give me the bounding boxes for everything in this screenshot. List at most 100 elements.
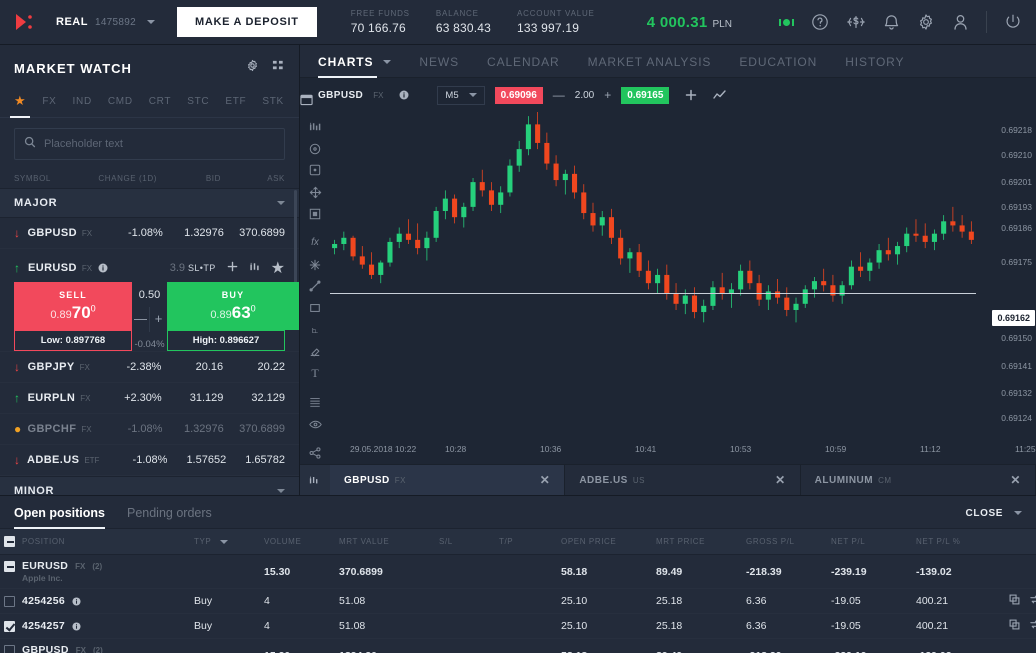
th-typ[interactable]: TYP [190, 529, 260, 555]
move-icon[interactable] [300, 181, 330, 203]
volume-value[interactable]: 0.50 [139, 282, 160, 307]
fx-icon[interactable]: fx [300, 232, 330, 254]
group-major[interactable]: MAJOR [0, 188, 299, 218]
modify-icon[interactable] [1029, 594, 1036, 608]
info-icon[interactable] [72, 597, 81, 606]
target-icon[interactable] [300, 160, 330, 182]
th-net-pl-pct[interactable]: NET P/L % [912, 529, 996, 555]
th-mrt-price[interactable]: MRT PRICE [652, 529, 742, 555]
search-input[interactable] [44, 138, 275, 150]
duplicate-icon[interactable] [1009, 594, 1020, 608]
grid-layout-icon[interactable] [272, 59, 285, 77]
close-positions-button[interactable]: CLOSE [966, 508, 1022, 527]
gear-icon[interactable] [246, 59, 259, 77]
tab-education[interactable]: EDUCATION [739, 55, 817, 77]
fib-icon[interactable] [300, 392, 330, 414]
th-net-pl[interactable]: NET P/L [827, 529, 912, 555]
close-icon[interactable]: ✕ [775, 473, 786, 487]
tab-news[interactable]: NEWS [419, 55, 459, 77]
frame-icon[interactable] [300, 203, 330, 225]
chart-tab-adbe-us[interactable]: ADBE.US US ✕ [565, 465, 800, 495]
share-icon[interactable] [300, 442, 330, 464]
mw-tab-etf[interactable]: ETF [225, 90, 246, 115]
row-checkbox[interactable] [4, 561, 15, 572]
table-row[interactable]: EURUSDFX(2)Apple Inc.15.30370.689958.188… [0, 555, 1036, 589]
indicators-icon[interactable] [300, 116, 330, 138]
chart-tab-gbpusd[interactable]: GBPUSD FX ✕ [330, 465, 565, 495]
select-all-checkbox[interactable] [4, 536, 15, 547]
symbol-row-eurpln[interactable]: ↑ EURPLN FX +2.30% 31.129 32.129 [0, 383, 299, 414]
add-icon[interactable] [227, 259, 238, 277]
info-icon[interactable] [399, 90, 409, 100]
row-checkbox[interactable] [4, 621, 15, 632]
account-selector[interactable]: REAL 1475892 [46, 16, 165, 28]
mw-tab-crt[interactable]: CRT [149, 90, 171, 115]
timeframe-selector[interactable]: M5 [437, 86, 484, 105]
volume-decrease-button[interactable]: — [132, 307, 150, 332]
chart-volume-increase[interactable]: + [604, 88, 611, 102]
th-tp[interactable]: T/P [495, 529, 557, 555]
crosshair-circle-icon[interactable] [300, 138, 330, 160]
tab-pending-orders[interactable]: Pending orders [127, 506, 212, 528]
table-row[interactable]: 4254256Buy451.0825.1025.186.36-19.05400.… [0, 589, 1036, 614]
th-gross-pl[interactable]: GROSS P/L [742, 529, 827, 555]
app-logo[interactable] [0, 11, 46, 33]
chart-volume-decrease[interactable]: — [553, 88, 565, 102]
th-sl[interactable]: S/L [435, 529, 495, 555]
close-icon[interactable]: ✕ [1010, 473, 1021, 487]
logout-icon[interactable] [1004, 13, 1022, 31]
help-icon[interactable] [811, 13, 829, 31]
chart-volume[interactable]: 2.00 [575, 90, 594, 101]
buy-button[interactable]: BUY 0.89630 [167, 282, 299, 330]
mw-tab-ind[interactable]: IND [73, 90, 92, 115]
symbol-row-gbpchf[interactable]: ● GBPCHF FX -1.08% 1.32976 370.6899 [0, 414, 299, 445]
star-icon[interactable]: ★ [271, 258, 285, 278]
info-icon[interactable] [98, 263, 108, 273]
chart-icon[interactable] [249, 259, 260, 277]
chart-plot-wrapper[interactable]: 0.692180.692100.692010.691930.691860.691… [330, 112, 1036, 464]
symbol-row-eurusd[interactable]: ↑ EURUSD FX 3.9 SL•TP ★ [0, 249, 299, 282]
tab-open-positions[interactable]: Open positions [14, 506, 105, 528]
eye-icon[interactable] [300, 413, 330, 435]
chart-tab-aluminum[interactable]: ALUMINUM CM ✕ [801, 465, 1036, 495]
sell-button[interactable]: SELL 0.89700 [14, 282, 132, 330]
tab-market-analysis[interactable]: MARKET ANALYSIS [588, 55, 712, 77]
rectangle-icon[interactable] [300, 297, 330, 319]
close-icon[interactable]: ✕ [540, 473, 551, 487]
th-volume[interactable]: VOLUME [260, 529, 335, 555]
mw-tab-favourites[interactable]: ★ [14, 87, 26, 117]
notifications-icon[interactable] [883, 13, 900, 31]
tab-calendar[interactable]: CALENDAR [487, 55, 560, 77]
info-icon[interactable] [72, 622, 81, 631]
modify-icon[interactable] [1029, 619, 1036, 633]
candlestick-chart[interactable] [330, 112, 976, 331]
mw-tab-cmd[interactable]: CMD [108, 90, 133, 115]
chart-list-icon[interactable] [300, 465, 330, 495]
make-deposit-button[interactable]: MAKE A DEPOSIT [177, 7, 317, 37]
magnet-icon[interactable] [300, 254, 330, 276]
row-checkbox[interactable] [4, 645, 15, 653]
th-open-price[interactable]: OPEN PRICE [557, 529, 652, 555]
th-position[interactable]: POSITION [0, 529, 190, 555]
money-transfer-icon[interactable] [846, 13, 866, 31]
th-mrt-value[interactable]: MRT VALUE [335, 529, 435, 555]
mw-tab-stk[interactable]: STK [262, 90, 284, 115]
duplicate-icon[interactable] [1009, 619, 1020, 633]
tab-charts[interactable]: CHARTS [318, 55, 391, 77]
mw-tab-fx[interactable]: FX [42, 90, 56, 115]
settings-icon[interactable] [917, 13, 935, 31]
group-minor[interactable]: MINOR [0, 476, 299, 495]
sl-tp-label[interactable]: SL•TP [188, 263, 216, 273]
row-checkbox[interactable] [4, 596, 15, 607]
symbol-row-gbpjpy[interactable]: ↓ GBPJPY FX -2.38% 20.16 20.22 [0, 352, 299, 383]
measure-icon[interactable]: ⦜ [300, 319, 330, 341]
symbol-row-gbpusd[interactable]: ↓ GBPUSD FX -1.08% 1.32976 370.6899 [0, 218, 299, 249]
chart-buy-price[interactable]: 0.69165 [621, 87, 669, 104]
eraser-icon[interactable] [300, 341, 330, 363]
add-indicator-icon[interactable] [685, 89, 697, 101]
mw-tab-stc[interactable]: STC [187, 90, 209, 115]
trendline-icon[interactable] [300, 276, 330, 298]
volume-increase-button[interactable]: + [150, 307, 167, 332]
chart-sell-price[interactable]: 0.69096 [495, 87, 543, 104]
market-watch-list[interactable]: MAJOR ↓ GBPUSD FX -1.08% 1.32976 370.689… [0, 188, 299, 495]
